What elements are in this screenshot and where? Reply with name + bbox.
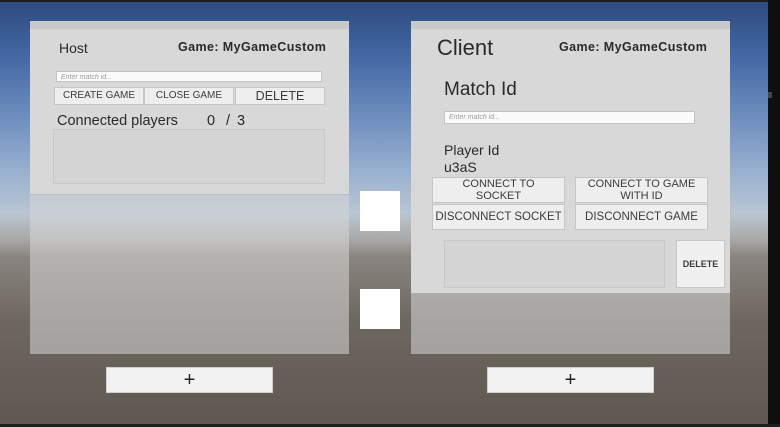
client-game-label: Game: MyGameCustom [559, 40, 708, 54]
close-game-button[interactable]: CLOSE GAME [144, 87, 234, 105]
client-delete-button[interactable]: DELETE [676, 240, 725, 288]
client-panel-header-strip [411, 21, 730, 29]
host-match-id-input[interactable]: Enter match id... [56, 71, 322, 82]
match-id-label: Match Id [444, 79, 517, 100]
client-title: Client [437, 35, 494, 60]
connected-players-separator: / [226, 113, 231, 129]
host-game-label: Game: MyGameCustom [178, 40, 327, 54]
host-title: Host [59, 40, 88, 56]
connect-to-game-button[interactable]: CONNECT TO GAME WITH ID [575, 177, 708, 203]
player-id-value: u3aS [444, 159, 477, 175]
right-add-button[interactable]: + [487, 367, 654, 393]
connected-players-count: 0 [207, 113, 216, 129]
client-match-id-placeholder: Enter match id... [449, 114, 500, 121]
client-log-area[interactable] [444, 240, 665, 288]
host-panel: Host Game: MyGameCustom Enter match id..… [30, 21, 349, 195]
scroll-marker [768, 92, 772, 98]
disconnect-socket-button[interactable]: DISCONNECT SOCKET [432, 204, 565, 230]
window-right-border [768, 0, 780, 427]
client-match-id-input[interactable]: Enter match id... [444, 111, 695, 124]
white-square-top [360, 191, 400, 231]
client-panel: Client Game: MyGameCustom Match Id Enter… [411, 21, 730, 293]
connected-players-max: 3 [237, 113, 246, 129]
disconnect-game-button[interactable]: DISCONNECT GAME [575, 204, 708, 230]
connect-to-socket-button[interactable]: CONNECT TO SOCKET [432, 177, 565, 203]
host-delete-button[interactable]: DELETE [235, 87, 325, 105]
connected-players-label: Connected players [57, 113, 178, 129]
player-id-label: Player Id [444, 142, 500, 158]
left-add-button[interactable]: + [106, 367, 273, 393]
host-panel-header-strip [30, 21, 349, 29]
host-players-list[interactable] [53, 129, 325, 184]
host-match-id-placeholder: Enter match id... [61, 74, 112, 81]
create-game-button[interactable]: CREATE GAME [54, 87, 144, 105]
window-top-border [0, 0, 780, 2]
white-square-bottom [360, 289, 400, 329]
